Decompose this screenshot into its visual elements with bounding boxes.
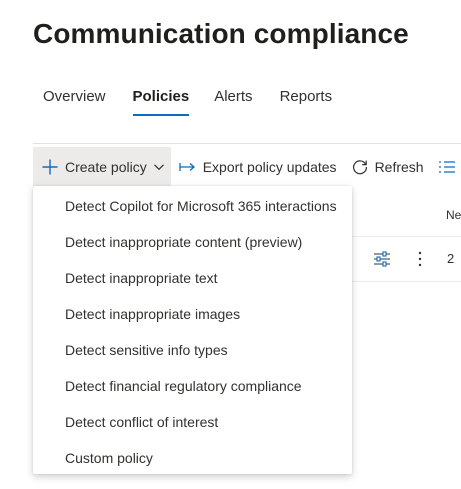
grid-column-header[interactable]: Ne xyxy=(446,208,461,222)
settings-sliders-icon[interactable] xyxy=(372,249,392,269)
list-view-button[interactable] xyxy=(430,147,461,187)
list-icon xyxy=(438,159,456,175)
export-arrow-icon xyxy=(179,160,197,174)
refresh-label: Refresh xyxy=(374,159,424,175)
create-policy-button[interactable]: Create policy xyxy=(33,147,171,187)
menu-item-detect-sensitive-info-types[interactable]: Detect sensitive info types xyxy=(33,332,352,368)
menu-item-detect-financial-regulatory-compliance[interactable]: Detect financial regulatory compliance xyxy=(33,368,352,404)
command-bar: Create policy Export policy updates Refr… xyxy=(33,147,461,187)
menu-item-detect-copilot[interactable]: Detect Copilot for Microsoft 365 interac… xyxy=(33,188,352,224)
toolbar-divider xyxy=(33,143,461,144)
chevron-down-icon xyxy=(153,161,165,173)
page-title: Communication compliance xyxy=(33,18,409,49)
tab-overview[interactable]: Overview xyxy=(33,86,116,120)
row-value: 2 xyxy=(447,251,455,266)
refresh-button[interactable]: Refresh xyxy=(343,147,430,187)
refresh-icon xyxy=(351,158,369,176)
menu-item-detect-conflict-of-interest[interactable]: Detect conflict of interest xyxy=(33,404,352,440)
menu-item-detect-inappropriate-text[interactable]: Detect inappropriate text xyxy=(33,260,352,296)
tab-reports[interactable]: Reports xyxy=(270,86,343,120)
export-policy-updates-button[interactable]: Export policy updates xyxy=(171,147,343,187)
create-policy-label: Create policy xyxy=(65,159,147,175)
tab-bar: Overview Policies Alerts Reports xyxy=(33,86,342,120)
more-vertical-icon[interactable] xyxy=(412,249,428,269)
create-policy-menu: Detect Copilot for Microsoft 365 interac… xyxy=(33,186,352,474)
menu-item-detect-inappropriate-content[interactable]: Detect inappropriate content (preview) xyxy=(33,224,352,260)
menu-item-custom-policy[interactable]: Custom policy xyxy=(33,440,352,476)
plus-icon xyxy=(41,158,59,176)
tab-alerts[interactable]: Alerts xyxy=(204,86,262,120)
menu-item-detect-inappropriate-images[interactable]: Detect inappropriate images xyxy=(33,296,352,332)
export-policy-updates-label: Export policy updates xyxy=(202,159,337,175)
tab-policies[interactable]: Policies xyxy=(123,86,200,120)
